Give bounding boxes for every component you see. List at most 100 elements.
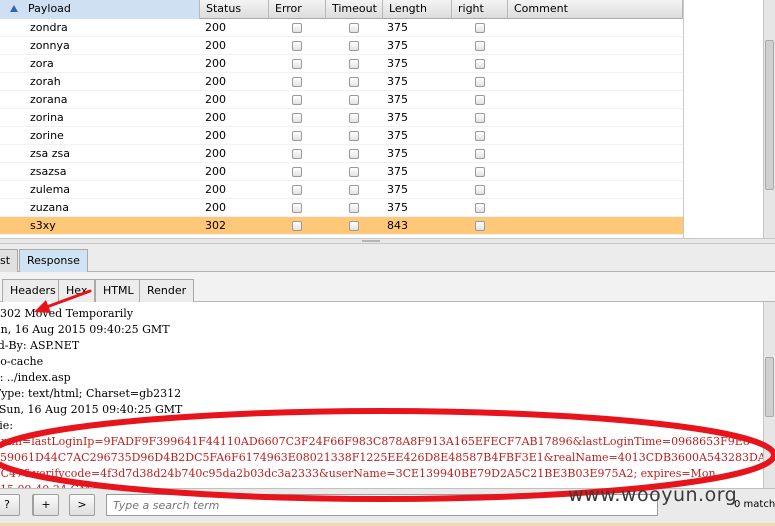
table-row[interactable]: zorine 200 375 [0, 127, 683, 145]
tab-headers[interactable]: Headers [2, 279, 64, 302]
response-header-line: 0 302 Moved Temporarily [0, 307, 134, 320]
timeout-checkbox[interactable] [349, 131, 359, 141]
timeout-checkbox[interactable] [349, 203, 359, 213]
right-checkbox[interactable] [475, 41, 485, 51]
results-table[interactable]: Payload Status Error Timeout Length righ… [0, 0, 775, 238]
error-checkbox[interactable] [292, 77, 302, 87]
response-scrollbar-thumb[interactable] [765, 357, 774, 417]
timeout-checkbox[interactable] [349, 185, 359, 195]
right-checkbox[interactable] [475, 113, 485, 123]
column-header-status[interactable]: Status [200, 0, 269, 19]
response-header-line: red-By: ASP.NET [0, 339, 80, 352]
timeout-checkbox[interactable] [349, 77, 359, 87]
column-header-timeout[interactable]: Timeout [326, 0, 383, 19]
timeout-checkbox[interactable] [349, 113, 359, 123]
right-checkbox[interactable] [475, 167, 485, 177]
set-cookie-value-line: 5659061D44C7AC296735D96D4B2DC5FA6F617496… [0, 451, 766, 464]
response-header-line: on: ../index.asp [0, 371, 71, 384]
payload-cell: zorina [30, 111, 64, 124]
payload-cell: zonnya [30, 39, 70, 52]
response-text-area[interactable]: 0 302 Moved Temporarily Sun, 16 Aug 2015 … [0, 302, 775, 488]
timeout-checkbox[interactable] [349, 167, 359, 177]
error-checkbox[interactable] [292, 113, 302, 123]
status-cell: 200 [205, 21, 226, 34]
timeout-checkbox[interactable] [349, 95, 359, 105]
error-checkbox[interactable] [292, 203, 302, 213]
table-row[interactable]: zorina 200 375 [0, 109, 683, 127]
tab-hex[interactable]: Hex [58, 279, 96, 302]
timeout-checkbox[interactable] [349, 23, 359, 33]
table-header: Payload Status Error Timeout Length righ… [0, 0, 683, 19]
next-match-button[interactable]: > [69, 494, 95, 516]
length-cell: 375 [387, 93, 408, 106]
column-header-right[interactable]: right [452, 0, 508, 19]
response-header-line: : no-cache [0, 355, 44, 368]
error-checkbox[interactable] [292, 149, 302, 159]
status-cell: 302 [205, 219, 226, 232]
payload-cell: zsa zsa [30, 147, 70, 160]
table-side-panel [683, 0, 763, 238]
right-checkbox[interactable] [475, 149, 485, 159]
table-row[interactable]: zuzana 200 375 [0, 199, 683, 217]
results-scrollbar-thumb[interactable] [765, 40, 774, 190]
table-row[interactable]: zulema 200 375 [0, 181, 683, 199]
right-checkbox[interactable] [475, 203, 485, 213]
table-row[interactable]: zonnya 200 375 [0, 37, 683, 55]
table-row[interactable]: zsazsa 200 375 [0, 163, 683, 181]
error-checkbox[interactable] [292, 185, 302, 195]
table-row[interactable]: zorah 200 375 [0, 73, 683, 91]
column-header-error[interactable]: Error [269, 0, 326, 19]
results-scrollbar[interactable] [763, 0, 775, 238]
payload-cell: zora [30, 57, 54, 70]
tab-response[interactable]: Response [19, 249, 88, 272]
table-row[interactable]: zsa zsa 200 375 [0, 145, 683, 163]
timeout-checkbox[interactable] [349, 59, 359, 69]
tab-html[interactable]: HTML [95, 279, 142, 302]
right-checkbox[interactable] [475, 221, 485, 231]
length-cell: 375 [387, 183, 408, 196]
splitter-grip-icon[interactable] [362, 240, 380, 242]
table-row[interactable]: zorana 200 375 [0, 91, 683, 109]
error-checkbox[interactable] [292, 23, 302, 33]
help-button[interactable]: ? [0, 494, 20, 516]
right-checkbox[interactable] [475, 95, 485, 105]
table-row[interactable]: zondra 200 375 [0, 19, 683, 37]
right-checkbox[interactable] [475, 131, 485, 141]
response-header-line: Sun, 16 Aug 2015 09:40:25 GMT [0, 323, 170, 336]
payload-cell: zorana [30, 93, 68, 106]
error-checkbox[interactable] [292, 59, 302, 69]
column-header-payload[interactable]: Payload [0, 0, 200, 19]
error-checkbox[interactable] [292, 95, 302, 105]
set-cookie-value-line: 8FC47&verifycode=4f3d7d38d24b740c95da2b0… [0, 467, 720, 480]
response-scrollbar[interactable] [763, 302, 775, 488]
right-checkbox[interactable] [475, 185, 485, 195]
error-checkbox[interactable] [292, 221, 302, 231]
add-search-button[interactable]: + [33, 494, 59, 516]
right-checkbox[interactable] [475, 23, 485, 33]
error-checkbox[interactable] [292, 41, 302, 51]
tab-render[interactable]: Render [139, 279, 195, 302]
length-cell: 375 [387, 111, 408, 124]
error-checkbox[interactable] [292, 167, 302, 177]
tab-request[interactable]: st [0, 249, 19, 272]
error-checkbox[interactable] [292, 131, 302, 141]
status-cell: 200 [205, 201, 226, 214]
watermark: www.wooyun.org [568, 484, 738, 506]
status-cell: 200 [205, 183, 226, 196]
length-cell: 375 [387, 57, 408, 70]
column-header-length[interactable]: Length [383, 0, 452, 19]
right-checkbox[interactable] [475, 59, 485, 69]
table-row[interactable]: zora 200 375 [0, 55, 683, 73]
right-checkbox[interactable] [475, 77, 485, 87]
timeout-checkbox[interactable] [349, 41, 359, 51]
length-cell: 375 [387, 21, 408, 34]
table-row[interactable]: s3xy 302 843 [0, 217, 683, 235]
column-header-comment[interactable]: Comment [508, 0, 683, 19]
payload-cell: zorah [30, 75, 61, 88]
results-rows: zondra 200 375 zonnya 200 375 zora 200 375 zorah 2… [0, 19, 683, 235]
status-cell: 200 [205, 93, 226, 106]
length-cell: 375 [387, 165, 408, 178]
timeout-checkbox[interactable] [349, 221, 359, 231]
timeout-checkbox[interactable] [349, 149, 359, 159]
status-cell: 200 [205, 147, 226, 160]
